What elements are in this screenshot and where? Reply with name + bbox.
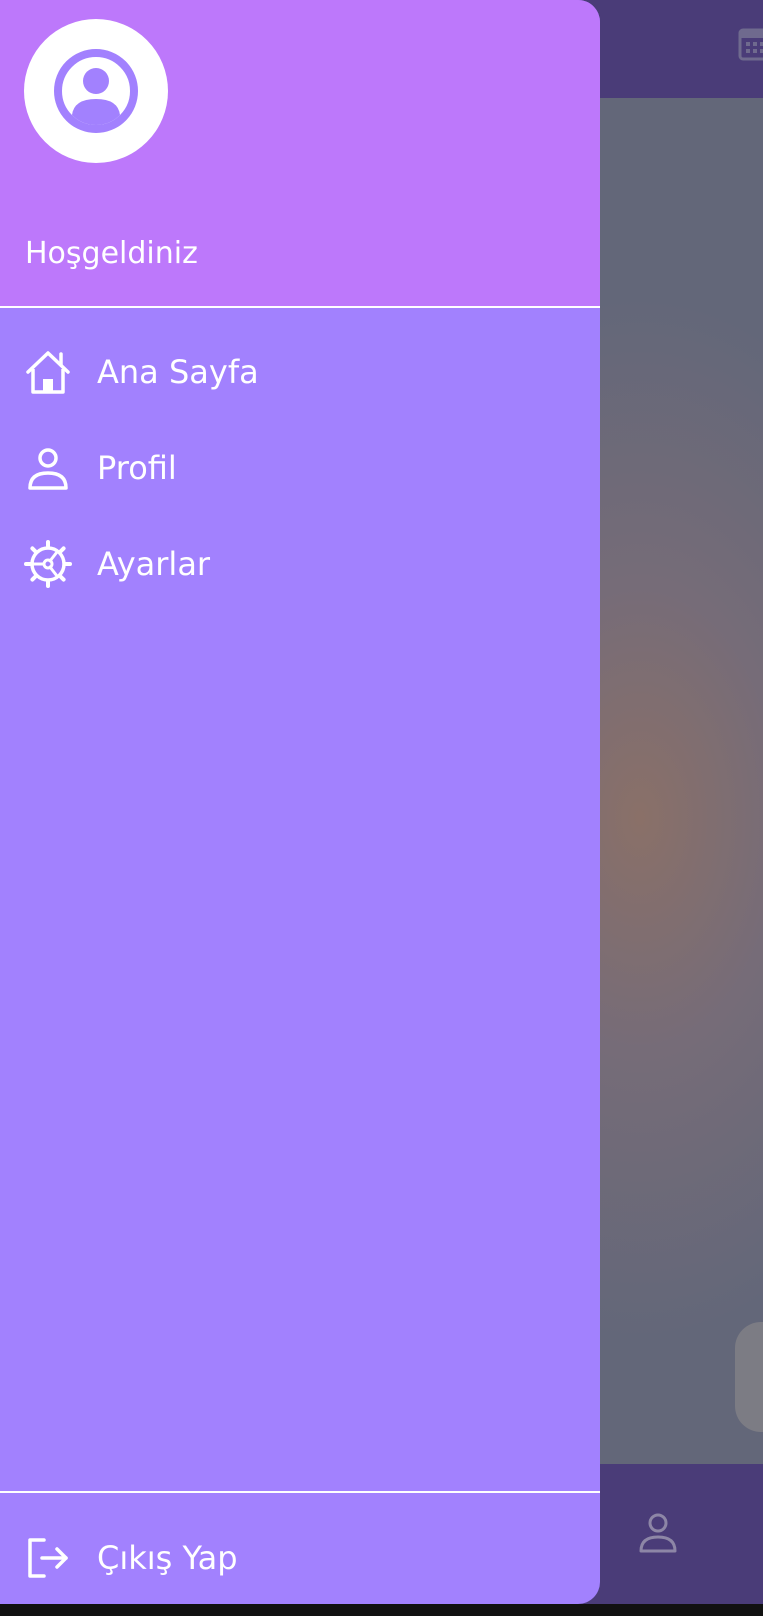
drawer-item-label: Ayarlar (97, 545, 211, 583)
logout-label: Çıkış Yap (97, 1539, 238, 1577)
person-icon (28, 448, 68, 490)
account-circle-icon (54, 49, 138, 133)
drawer-header: Hoşgeldiniz (0, 0, 600, 307)
drawer-item-settings[interactable]: Ayarlar (0, 516, 600, 612)
footer-divider (0, 1491, 600, 1493)
drawer-item-profile[interactable]: Profil (0, 420, 600, 516)
logout-icon (28, 1538, 68, 1578)
settings-icon (24, 540, 72, 588)
home-icon (26, 351, 70, 394)
header-divider (0, 306, 600, 308)
drawer-item-label: Ana Sayfa (97, 353, 259, 391)
navigation-drawer: Hoşgeldiniz Ana Sayfa Profil Ayarlar Çık… (0, 0, 600, 1604)
welcome-text: Hoşgeldiniz (25, 236, 198, 271)
logout-button[interactable]: Çıkış Yap (0, 1510, 600, 1604)
drawer-item-home[interactable]: Ana Sayfa (0, 324, 600, 420)
avatar (24, 19, 168, 163)
drawer-item-label: Profil (97, 449, 177, 487)
